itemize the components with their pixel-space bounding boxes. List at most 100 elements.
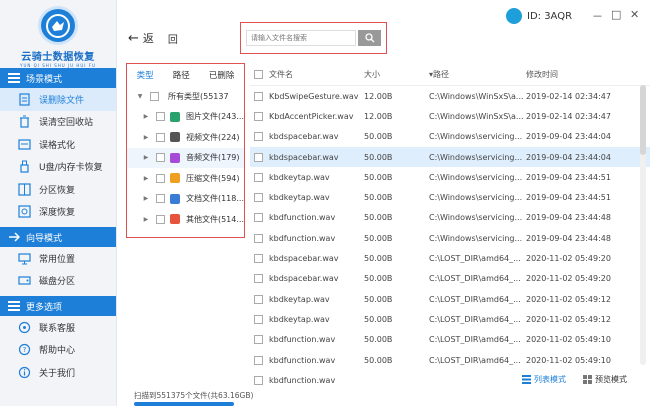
nav-partition-recovery[interactable]: 分区恢复	[0, 178, 116, 201]
tab-deleted[interactable]: 已删除	[209, 69, 235, 81]
tree-checkbox[interactable]	[156, 173, 165, 183]
row-checkbox[interactable]	[254, 314, 263, 324]
table-row[interactable]: kbdspacebar.wav 50.00B C:\LOST_DIR\amd64_.…	[250, 248, 650, 268]
nav-common-locations[interactable]: 常用位置	[0, 247, 116, 270]
table-row[interactable]: kbdspacebar.wav 50.00B C:\Windows\servicin…	[250, 127, 650, 147]
expand-caret-icon[interactable]: ▼	[135, 93, 145, 100]
expand-caret-icon[interactable]: ▶	[141, 134, 151, 141]
tab-type[interactable]: 类型	[137, 69, 154, 81]
nav-usb-card-recovery[interactable]: U盘/内存卡恢复	[0, 156, 116, 179]
row-checkbox[interactable]	[254, 233, 263, 243]
nav-recycle-bin[interactable]: 误清空回收站	[0, 111, 116, 134]
video-icon	[170, 132, 180, 143]
table-row[interactable]: KbdAccentPicker.wav 12.00B C:\Windows\WinS…	[250, 106, 650, 126]
maximize-button[interactable]: □	[611, 8, 621, 21]
user-account[interactable]: ID: 3AQR	[506, 8, 572, 24]
row-checkbox[interactable]	[254, 152, 263, 162]
nav-deep-recovery[interactable]: 深度恢复	[0, 201, 116, 224]
search-input[interactable]	[246, 30, 356, 46]
tree-label: 压缩文件(594)	[186, 173, 240, 183]
row-checkbox[interactable]	[254, 355, 263, 365]
usb-icon	[20, 160, 29, 173]
tree-item-archives[interactable]: ▶ 压缩文件(594)	[127, 168, 244, 189]
search-area	[240, 22, 387, 54]
tree-item-images[interactable]: ▶ 图片文件(243...	[127, 107, 244, 128]
knight-logo-icon	[38, 6, 78, 45]
close-button[interactable]: ✕	[630, 8, 639, 21]
table-row[interactable]: kbdfunction.wav 50.00B C:\LOST_DIR\amd64_.…	[250, 330, 650, 350]
table-row[interactable]: kbdkeytap.wav 50.00B C:\Windows\servicing.…	[250, 167, 650, 187]
vertical-scrollbar[interactable]	[640, 85, 646, 365]
tree-checkbox[interactable]	[156, 132, 165, 142]
row-checkbox[interactable]	[254, 193, 263, 203]
section-wizard-mode[interactable]: 向导模式	[0, 227, 116, 247]
row-checkbox[interactable]	[254, 111, 263, 121]
table-row[interactable]: kbdkeytap.wav 50.00B C:\Windows\servicing.…	[250, 187, 650, 207]
nav-about-us[interactable]: 关于我们	[0, 361, 116, 384]
tree-item-all-types[interactable]: ▼ 所有类型(55137	[127, 86, 244, 107]
tab-path[interactable]: 路径	[173, 69, 190, 81]
modified-time: 2020-11-02 05:49:10	[526, 335, 611, 345]
nav-disk-partition[interactable]: 磁盘分区	[0, 270, 116, 293]
row-checkbox[interactable]	[254, 213, 263, 223]
col-header-path[interactable]: ▾路径	[429, 69, 524, 80]
tree-checkbox[interactable]	[155, 214, 165, 224]
tree-item-others[interactable]: ▶ 其他文件(514...	[127, 209, 244, 230]
row-checkbox[interactable]	[254, 294, 263, 304]
search-button[interactable]	[358, 30, 381, 46]
monitor-icon	[18, 253, 31, 265]
col-header-modified[interactable]: 修改时间	[524, 69, 624, 80]
tree-item-audio[interactable]: ▶ 音频文件(179)	[127, 147, 244, 168]
file-size: 50.00B	[364, 152, 393, 162]
row-checkbox[interactable]	[254, 172, 263, 182]
expand-caret-icon[interactable]: ▶	[141, 113, 151, 120]
tree-item-documents[interactable]: ▶ 文档文件(118...	[127, 189, 244, 210]
table-row[interactable]: kbdfunction.wav 50.00B C:\LOST_DIR\amd64_.…	[250, 350, 650, 370]
expand-caret-icon[interactable]: ▶	[141, 154, 151, 161]
row-checkbox[interactable]	[254, 132, 263, 142]
file-name: kbdkeytap.wav	[269, 172, 330, 182]
col-header-name[interactable]: 文件名	[267, 69, 364, 80]
col-header-size[interactable]: 大小	[364, 69, 429, 80]
tree-checkbox[interactable]	[156, 153, 165, 163]
section-more-options[interactable]: 更多选项	[0, 296, 116, 316]
table-row[interactable]: kbdkeytap.wav 50.00B C:\LOST_DIR\amd64_...…	[250, 309, 650, 329]
tree-checkbox[interactable]	[155, 112, 165, 122]
tree-label: 图片文件(243...	[185, 112, 244, 122]
table-row[interactable]: kbdkeytap.wav 50.00B C:\LOST_DIR\amd64_...…	[250, 289, 650, 309]
row-checkbox[interactable]	[254, 91, 263, 101]
table-row[interactable]: kbdfunction.wav 50.00B C:\Windows\servicin…	[250, 228, 650, 248]
file-path: C:\LOST_DIR\amd64_...	[429, 335, 521, 345]
scroll-thumb[interactable]	[640, 85, 646, 155]
list-view-button[interactable]: 列表模式	[522, 374, 566, 385]
nav-help-center[interactable]: ? 帮助中心	[0, 339, 116, 362]
row-checkbox[interactable]	[254, 375, 263, 385]
table-row[interactable]: kbdfunction.wav 50.00B C:\Windows\servicin…	[250, 208, 650, 228]
nav-format-recovery[interactable]: 误格式化	[0, 133, 116, 156]
nav-label: 帮助中心	[39, 346, 76, 357]
nav-label: 关于我们	[39, 368, 76, 379]
preview-view-button[interactable]: 预览模式	[583, 374, 627, 385]
minimize-button[interactable]: －	[592, 8, 603, 24]
table-row[interactable]: kbdspacebar.wav 50.00B C:\Windows\servicin…	[250, 146, 650, 168]
preview-view-label: 预览模式	[595, 375, 627, 384]
section-title: 场景模式	[26, 74, 63, 85]
expand-caret-icon[interactable]: ▶	[141, 216, 151, 223]
back-button[interactable]: ← 返 回	[128, 30, 178, 46]
table-row[interactable]: KbdSwipeGesture.wav 12.00B C:\Windows\WinS…	[250, 86, 650, 106]
root-button[interactable]: 回	[168, 31, 178, 46]
row-checkbox[interactable]	[254, 254, 263, 264]
expand-caret-icon[interactable]: ▶	[141, 175, 151, 182]
svg-text:?: ?	[23, 346, 27, 354]
nav-deleted-files[interactable]: 误删除文件	[0, 88, 116, 111]
row-checkbox[interactable]	[254, 335, 263, 345]
tree-checkbox[interactable]	[150, 91, 159, 101]
tree-item-videos[interactable]: ▶ 视频文件(224)	[127, 127, 244, 148]
row-checkbox[interactable]	[254, 274, 263, 284]
nav-contact-support[interactable]: 联系客服	[0, 316, 116, 339]
select-all-checkbox[interactable]	[254, 70, 263, 79]
section-scene-mode[interactable]: 场景模式	[0, 68, 116, 88]
table-row[interactable]: kbdspacebar.wav 50.00B C:\LOST_DIR\amd64_.…	[250, 269, 650, 289]
expand-caret-icon[interactable]: ▶	[141, 195, 151, 202]
tree-checkbox[interactable]	[155, 194, 165, 204]
